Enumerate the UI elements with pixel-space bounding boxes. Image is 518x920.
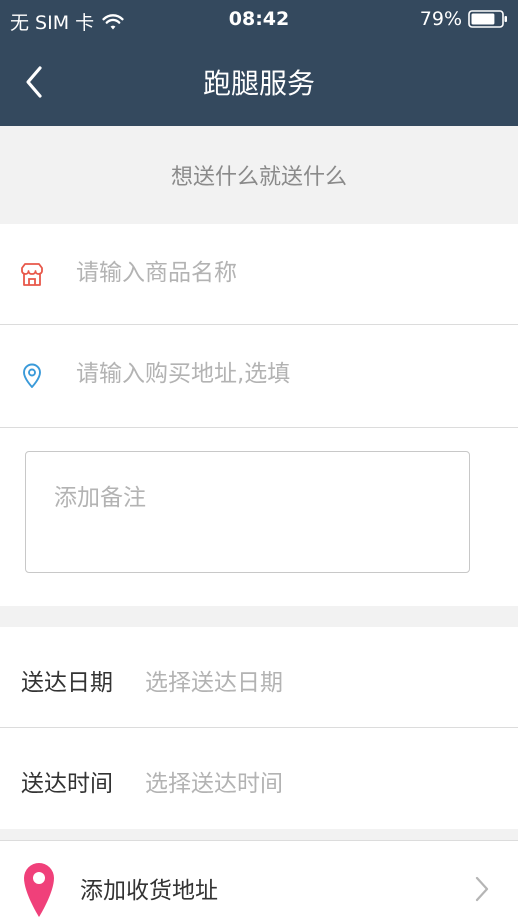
page-title: 跑腿服务 bbox=[202, 67, 315, 100]
shop-icon bbox=[21, 263, 43, 286]
delivery-time-label: 送达时间 bbox=[21, 771, 113, 797]
nav-bar: 跑腿服务 bbox=[0, 40, 518, 126]
divider bbox=[0, 427, 518, 428]
purchase-address-row bbox=[0, 325, 518, 425]
delivery-date-row[interactable]: 送达日期 选择送达日期 bbox=[0, 627, 518, 727]
chevron-right-icon bbox=[475, 876, 489, 902]
delivery-date-label: 送达日期 bbox=[21, 670, 113, 696]
battery-percent: 79% bbox=[419, 8, 462, 30]
battery-icon bbox=[468, 10, 507, 28]
delivery-time-value: 选择送达时间 bbox=[145, 771, 283, 797]
add-address-label: 添加收货地址 bbox=[80, 878, 218, 904]
location-pin-icon bbox=[23, 363, 41, 388]
map-pin-icon bbox=[24, 863, 54, 917]
delivery-date-value: 选择送达日期 bbox=[145, 670, 283, 696]
slogan-text: 想送什么就送什么 bbox=[170, 165, 347, 190]
status-bar: 无 SIM 卡 08:42 79% bbox=[0, 0, 518, 40]
add-address-row[interactable]: 添加收货地址 bbox=[0, 840, 518, 920]
notes-textarea[interactable] bbox=[25, 451, 470, 573]
header: 无 SIM 卡 08:42 79% 跑腿服务 bbox=[0, 0, 518, 126]
status-battery-group: 79% bbox=[420, 8, 508, 30]
delivery-time-row[interactable]: 送达时间 选择送达时间 bbox=[0, 728, 518, 828]
purchase-address-input[interactable] bbox=[76, 361, 496, 387]
order-form bbox=[0, 224, 518, 606]
product-name-row bbox=[0, 224, 518, 324]
app-screen: 无 SIM 卡 08:42 79% 跑腿服务 想送什么就送什么 请输入商品名称 … bbox=[0, 0, 518, 920]
product-name-input[interactable] bbox=[76, 260, 496, 286]
delivery-time-section: 送达日期 选择送达日期 送达时间 选择送达时间 bbox=[0, 627, 518, 829]
